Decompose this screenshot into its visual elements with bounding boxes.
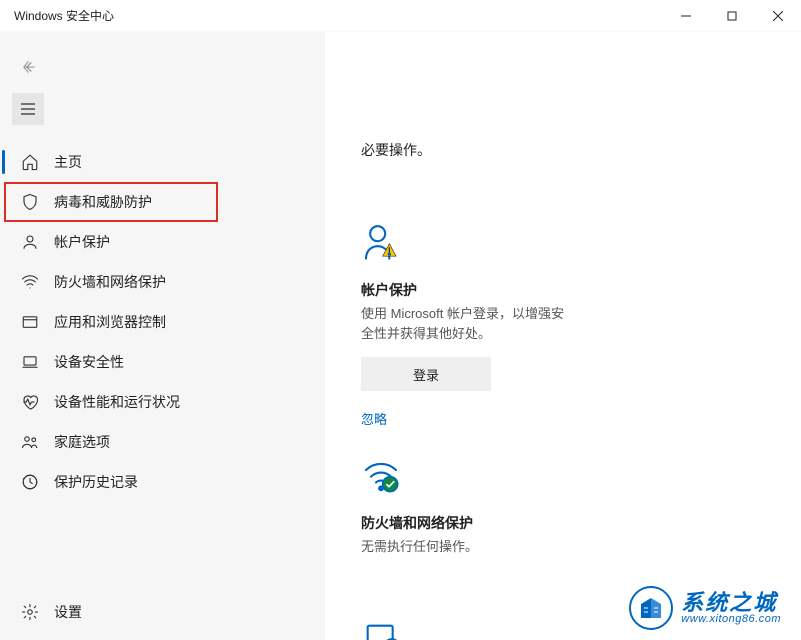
titlebar: Windows 安全中心 bbox=[0, 0, 801, 32]
nav-account-protection[interactable]: 帐户保护 bbox=[0, 222, 325, 262]
history-icon bbox=[20, 472, 40, 492]
card-account-title: 帐户保护 bbox=[361, 280, 571, 300]
nav-firewall[interactable]: 防火墙和网络保护 bbox=[0, 262, 325, 302]
nav-settings-label: 设置 bbox=[54, 602, 82, 622]
nav-appbrowser-label: 应用和浏览器控制 bbox=[54, 312, 166, 332]
back-button[interactable] bbox=[0, 48, 325, 86]
nav-virus-label: 病毒和威胁防护 bbox=[54, 192, 152, 212]
nav-virus-threat[interactable]: 病毒和威胁防护 bbox=[4, 182, 218, 222]
person-warning-icon bbox=[361, 222, 571, 280]
card-firewall: 防火墙和网络保护 无需执行任何操作。 bbox=[361, 455, 571, 557]
nav-family-options[interactable]: 家庭选项 bbox=[0, 422, 325, 462]
shield-icon bbox=[20, 192, 40, 212]
nav-device-label: 设备安全性 bbox=[54, 352, 124, 372]
nav-family-label: 家庭选项 bbox=[54, 432, 110, 452]
dismiss-link[interactable]: 忽略 bbox=[361, 409, 387, 428]
laptop-icon bbox=[20, 352, 40, 372]
nav-home[interactable]: 主页 bbox=[0, 142, 325, 182]
nav-account-label: 帐户保护 bbox=[54, 232, 110, 252]
card-account-desc: 使用 Microsoft 帐户登录，以增强安全性并获得其他好处。 bbox=[361, 304, 571, 343]
sidebar: 主页 病毒和威胁防护 帐户保护 防火墙和网络保护 应用和浏览器控制 设备安全性 … bbox=[0, 32, 325, 640]
nav-app-browser[interactable]: 应用和浏览器控制 bbox=[0, 302, 325, 342]
watermark-logo-icon bbox=[629, 586, 673, 630]
card-account-protection: 帐户保护 使用 Microsoft 帐户登录，以增强安全性并获得其他好处。 登录… bbox=[361, 222, 571, 429]
nav-perf-label: 设备性能和运行状况 bbox=[54, 392, 180, 412]
main-content: 必要操作。 帐户保护 bbox=[325, 32, 801, 640]
wifi-icon bbox=[20, 272, 40, 292]
card-device-security: 设备安全性 查看状态并管理硬件安全功能。 bbox=[361, 619, 571, 640]
watermark-text-cn: 系统之城 bbox=[681, 592, 781, 614]
window-title: Windows 安全中心 bbox=[14, 7, 114, 24]
nav-history-label: 保护历史记录 bbox=[54, 472, 138, 492]
maximize-button[interactable] bbox=[709, 0, 755, 32]
app-icon bbox=[20, 312, 40, 332]
minimize-button[interactable] bbox=[663, 0, 709, 32]
person-icon bbox=[20, 232, 40, 252]
heart-pulse-icon bbox=[20, 392, 40, 412]
watermark-text-url: www.xitong86.com bbox=[681, 614, 781, 625]
laptop-check-icon bbox=[361, 619, 571, 640]
wifi-check-icon bbox=[361, 455, 571, 513]
family-icon bbox=[20, 432, 40, 452]
hamburger-menu-button[interactable] bbox=[12, 93, 44, 125]
nav-home-label: 主页 bbox=[54, 152, 82, 172]
card-firewall-desc: 无需执行任何操作。 bbox=[361, 537, 571, 557]
nav-protection-history[interactable]: 保护历史记录 bbox=[0, 462, 325, 502]
card-firewall-title: 防火墙和网络保护 bbox=[361, 513, 571, 533]
watermark: 系统之城 www.xitong86.com bbox=[629, 586, 781, 630]
home-icon bbox=[20, 152, 40, 172]
nav-device-performance[interactable]: 设备性能和运行状况 bbox=[0, 382, 325, 422]
gear-icon bbox=[20, 602, 40, 622]
nav-firewall-label: 防火墙和网络保护 bbox=[54, 272, 166, 292]
top-message: 必要操作。 bbox=[361, 140, 783, 160]
close-button[interactable] bbox=[755, 0, 801, 32]
nav-device-security[interactable]: 设备安全性 bbox=[0, 342, 325, 382]
login-button[interactable]: 登录 bbox=[361, 357, 491, 391]
nav-settings[interactable]: 设置 bbox=[0, 590, 325, 634]
